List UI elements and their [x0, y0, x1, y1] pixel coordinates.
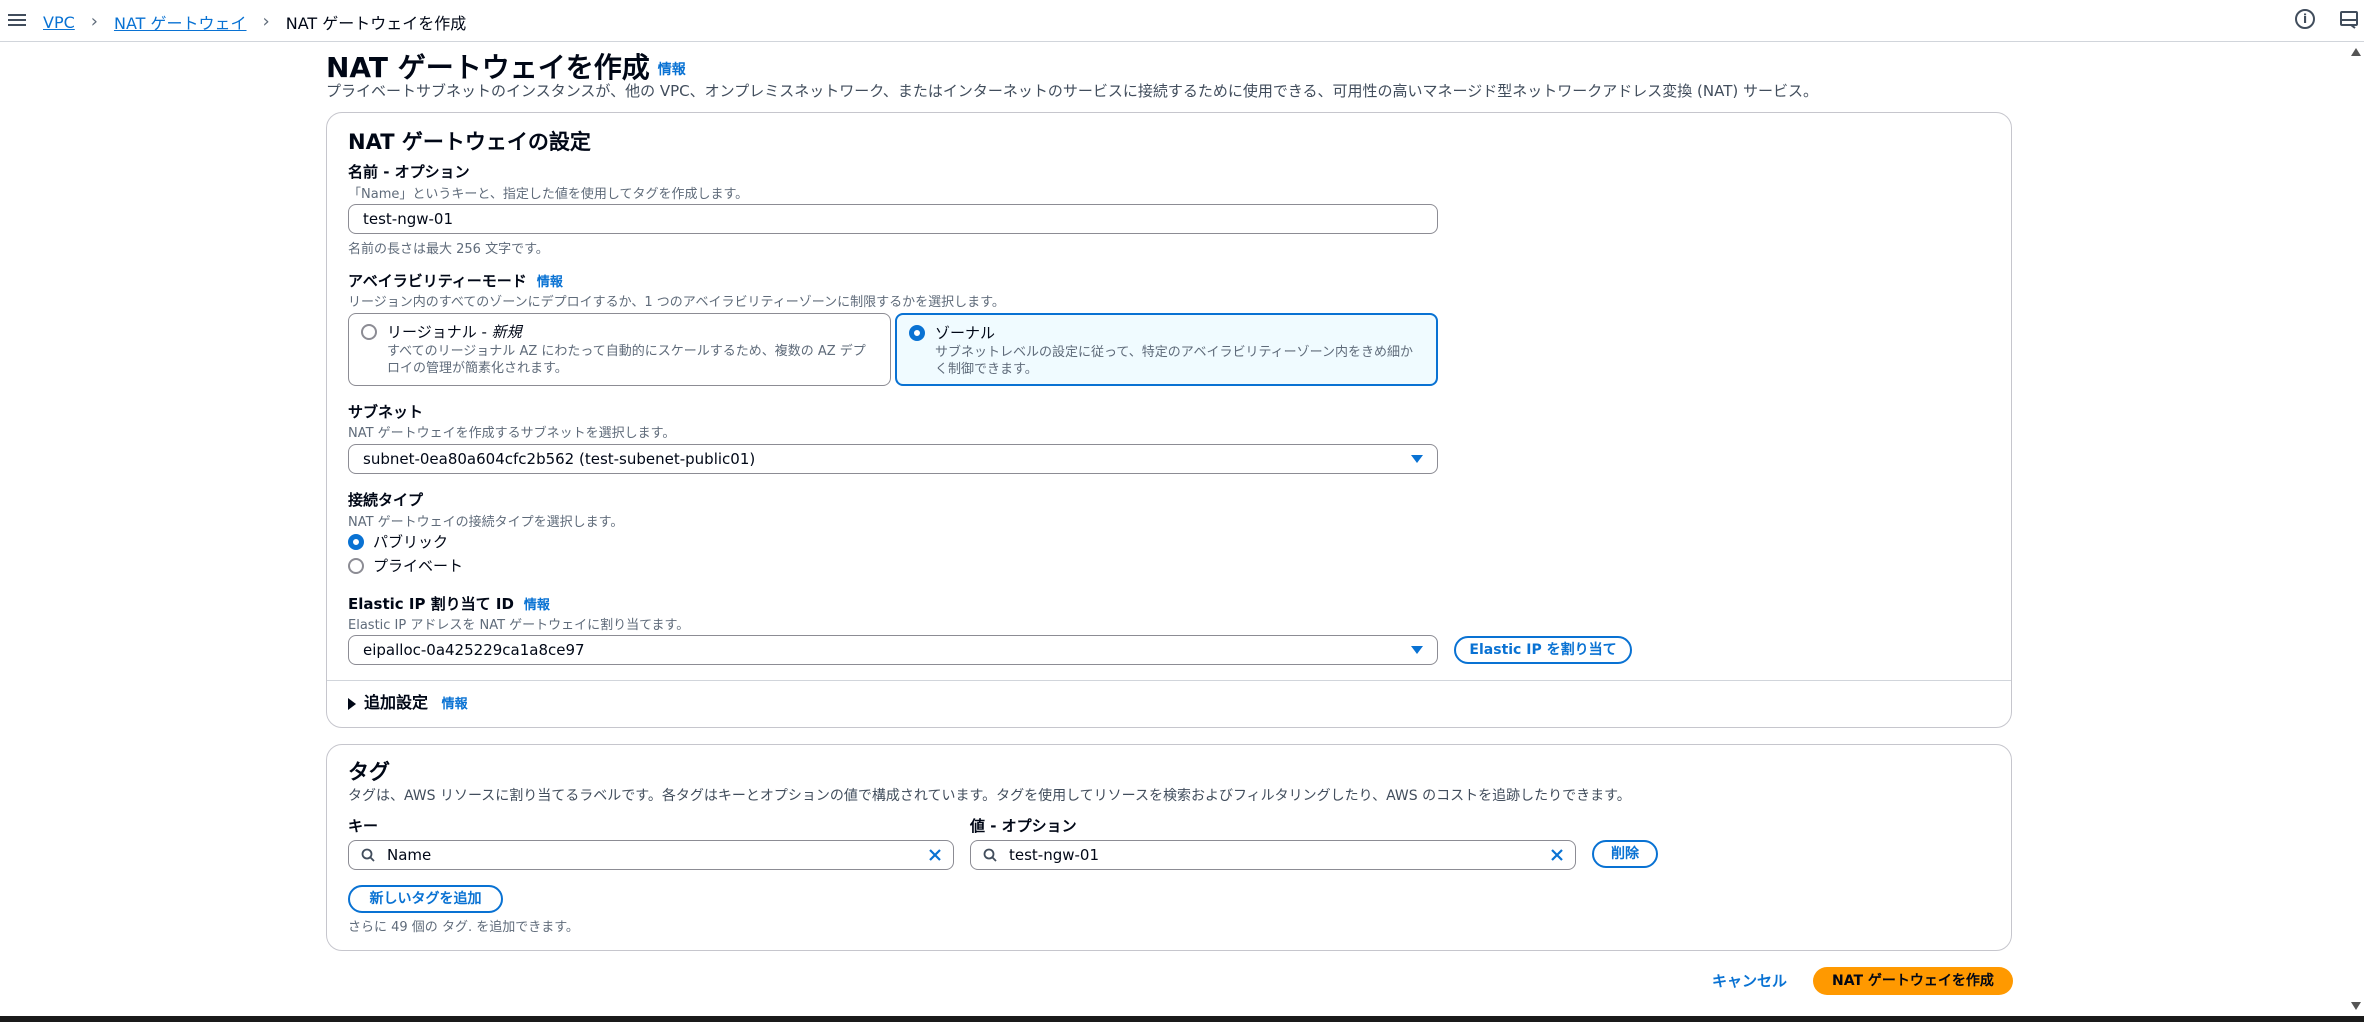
caret-down-icon: [1411, 646, 1423, 654]
page-description: プライベートサブネットのインスタンスが、他の VPC、オンプレミスネットワーク、…: [326, 82, 1818, 100]
menu-icon[interactable]: [8, 11, 26, 29]
regional-radio[interactable]: [361, 324, 377, 340]
name-label: 名前 - オプション: [348, 163, 470, 181]
nat-settings-container: NAT ゲートウェイの設定 名前 - オプション 「Name」というキーと、指定…: [326, 112, 2012, 728]
top-navigation: VPC › NAT ゲートウェイ › NAT ゲートウェイを作成 i: [0, 0, 2364, 42]
zonal-radio[interactable]: [909, 325, 925, 341]
availability-hint: リージョン内のすべてのゾーンにデプロイするか、1 つのアベイラビリティーゾーンに…: [348, 295, 1005, 310]
tag-value-input[interactable]: test-ngw-01: [970, 840, 1576, 870]
search-icon: [983, 848, 997, 862]
subnet-select[interactable]: subnet-0ea80a604cfc2b562 (test-subenet-p…: [348, 444, 1438, 474]
name-constraint: 名前の長さは最大 256 文字です。: [348, 242, 549, 257]
breadcrumb-vpc[interactable]: VPC: [43, 13, 75, 32]
clear-icon[interactable]: [1549, 847, 1565, 863]
chevron-right-icon: ›: [90, 11, 98, 32]
tag-key-label: キー: [348, 817, 379, 835]
regional-option-tile[interactable]: リージョナル - 新規 すべてのリージョナル AZ にわたって自動的にスケールす…: [348, 313, 891, 386]
remove-tag-button[interactable]: 削除: [1592, 840, 1658, 868]
name-input[interactable]: test-ngw-01: [348, 204, 1438, 234]
settings-title: NAT ゲートウェイの設定: [348, 130, 591, 154]
breadcrumb: VPC › NAT ゲートウェイ › NAT ゲートウェイを作成: [43, 10, 466, 34]
availability-label: アベイラビリティーモード 情報: [348, 272, 563, 290]
scroll-down-icon[interactable]: [2351, 1002, 2361, 1010]
search-icon: [361, 848, 375, 862]
page-info-link[interactable]: 情報: [658, 62, 686, 78]
eip-select[interactable]: eipalloc-0a425229ca1a8ce97: [348, 635, 1438, 665]
tags-remaining: さらに 49 個の タグ. を追加できます。: [348, 920, 579, 935]
private-radio[interactable]: [348, 558, 364, 574]
public-radio[interactable]: [348, 534, 364, 550]
allocate-eip-button[interactable]: Elastic IP を割り当て: [1454, 636, 1632, 664]
split-panel-icon[interactable]: [2339, 9, 2359, 29]
connectivity-hint: NAT ゲートウェイの接続タイプを選択します。: [348, 515, 624, 530]
private-label[interactable]: プライベート: [373, 555, 463, 576]
bottom-border: [0, 1016, 2364, 1022]
divider: [327, 680, 2011, 681]
tags-description: タグは、AWS リソースに割り当てるラベルです。各タグはキーとオプションの値で構…: [348, 788, 1631, 804]
caret-down-icon: [1411, 455, 1423, 463]
create-nat-gateway-button[interactable]: NAT ゲートウェイを作成: [1813, 967, 2013, 995]
subnet-label: サブネット: [348, 403, 424, 421]
additional-settings-toggle[interactable]: 追加設定 情報: [348, 689, 468, 713]
name-hint: 「Name」というキーと、指定した値を使用してタグを作成します。: [348, 187, 749, 202]
breadcrumb-nat-gateways[interactable]: NAT ゲートウェイ: [114, 10, 247, 34]
eip-hint: Elastic IP アドレスを NAT ゲートウェイに割り当てます。: [348, 618, 690, 633]
caret-right-icon: [348, 697, 356, 710]
tags-container: タグ タグは、AWS リソースに割り当てるラベルです。各タグはキーとオプションの…: [326, 744, 2012, 951]
eip-info-link[interactable]: 情報: [524, 598, 550, 613]
regional-description: すべてのリージョナル AZ にわたって自動的にスケールするため、複数の AZ デ…: [387, 344, 866, 376]
breadcrumb-current: NAT ゲートウェイを作成: [285, 14, 467, 33]
clear-icon[interactable]: [927, 847, 943, 863]
subnet-hint: NAT ゲートウェイを作成するサブネットを選択します。: [348, 426, 676, 441]
scrollbar[interactable]: [2350, 42, 2364, 1014]
eip-label: Elastic IP 割り当て ID 情報: [348, 595, 550, 613]
zonal-option-tile[interactable]: ゾーナル サブネットレベルの設定に従って、特定のアベイラビリティーゾーン内をきめ…: [895, 313, 1438, 386]
additional-info-link[interactable]: 情報: [442, 697, 468, 712]
tag-value-label: 値 - オプション: [970, 817, 1077, 835]
connectivity-label: 接続タイプ: [348, 491, 424, 509]
tags-title: タグ: [348, 760, 390, 784]
info-circle-icon[interactable]: i: [2295, 9, 2315, 29]
zonal-title: ゾーナル: [935, 324, 996, 342]
tag-key-input[interactable]: Name: [348, 840, 954, 870]
cancel-button[interactable]: キャンセル: [1712, 970, 1787, 991]
scroll-up-icon[interactable]: [2351, 48, 2361, 56]
add-tag-button[interactable]: 新しいタグを追加: [348, 885, 503, 913]
zonal-description: サブネットレベルの設定に従って、特定のアベイラビリティーゾーン内をきめ細かく制御…: [935, 345, 1414, 377]
availability-info-link[interactable]: 情報: [537, 275, 563, 290]
chevron-right-icon: ›: [262, 11, 270, 32]
public-label[interactable]: パブリック: [373, 531, 448, 552]
regional-title: リージョナル - 新規: [387, 323, 522, 341]
